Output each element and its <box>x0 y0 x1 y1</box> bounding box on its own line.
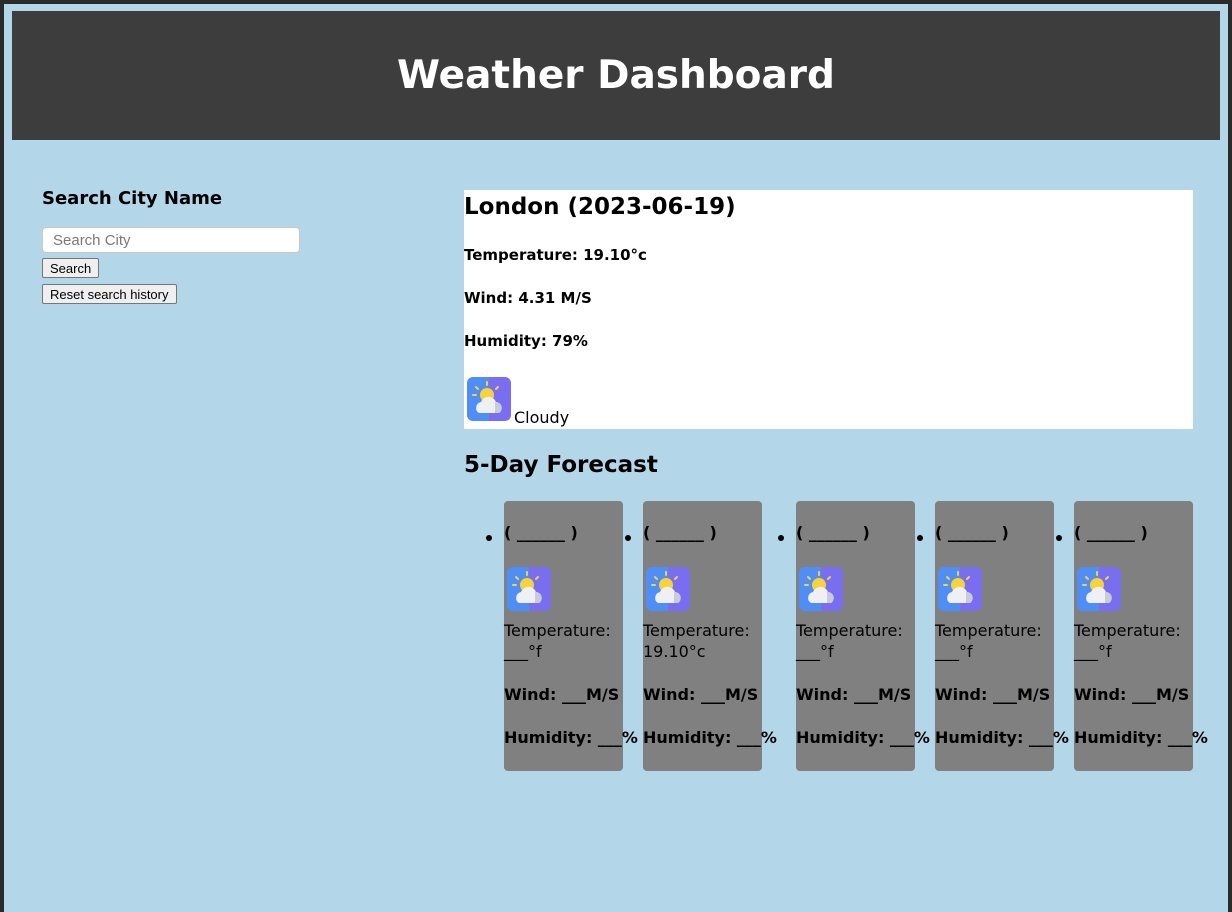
forecast-wind: Wind: ___M/S <box>935 685 1051 704</box>
partly-cloudy-icon <box>507 567 551 615</box>
page: Weather Dashboard Search City Name Searc… <box>4 4 1228 912</box>
list-bullet <box>778 535 784 541</box>
forecast-temperature: Temperature: ___°f <box>504 621 611 661</box>
list-bullet <box>1056 535 1062 541</box>
forecast-humidity: Humidity: ___% <box>935 728 1069 747</box>
partly-cloudy-icon <box>646 567 690 615</box>
forecast-card: ( ______ ) Temperature: ___°f Wind: ___M… <box>935 501 1069 771</box>
forecast-card: ( ______ ) Temperature: ___°f Wind: ___M… <box>504 501 638 771</box>
forecast-date: ( ______ ) <box>504 523 578 542</box>
list-bullet <box>917 535 923 541</box>
forecast-date: ( ______ ) <box>935 523 1009 542</box>
forecast-humidity: Humidity: ___% <box>796 728 930 747</box>
forecast-card: ( ______ ) Temperature: 19.10°c Wind: __… <box>643 501 777 771</box>
current-humidity: Humidity: 79% <box>464 332 588 350</box>
current-description: Cloudy <box>514 408 570 427</box>
forecast-card: ( ______ ) Temperature: ___°f Wind: ___M… <box>1074 501 1208 771</box>
forecast-wind: Wind: ___M/S <box>1074 685 1190 704</box>
header: Weather Dashboard <box>12 11 1220 140</box>
partly-cloudy-icon <box>799 567 843 615</box>
forecast-temperature: Temperature: 19.10°c <box>643 621 750 661</box>
current-city-title: London (2023-06-19) <box>464 194 736 220</box>
forecast-date: ( ______ ) <box>643 523 717 542</box>
forecast-humidity: Humidity: ___% <box>643 728 777 747</box>
list-bullet <box>625 535 631 541</box>
partly-cloudy-icon <box>467 377 511 425</box>
forecast-wind: Wind: ___M/S <box>643 685 759 704</box>
forecast-title: 5-Day Forecast <box>464 452 658 478</box>
forecast-wind: Wind: ___M/S <box>504 685 620 704</box>
forecast-humidity: Humidity: ___% <box>1074 728 1208 747</box>
forecast-date: ( ______ ) <box>796 523 870 542</box>
search-heading: Search City Name <box>42 188 223 209</box>
forecast-temperature: Temperature: ___°f <box>796 621 903 661</box>
list-bullet <box>486 535 492 541</box>
forecast-humidity: Humidity: ___% <box>504 728 638 747</box>
current-wind: Wind: 4.31 M/S <box>464 289 592 307</box>
search-input[interactable] <box>42 227 300 253</box>
current-weather-card: London (2023-06-19) Temperature: 19.10°c… <box>464 190 1193 429</box>
page-title: Weather Dashboard <box>397 53 835 98</box>
forecast-temperature: Temperature: ___°f <box>935 621 1042 661</box>
search-panel: Search City Name Search Reset search his… <box>42 188 342 310</box>
partly-cloudy-icon <box>938 567 982 615</box>
forecast-card: ( ______ ) Temperature: ___°f Wind: ___M… <box>796 501 930 771</box>
partly-cloudy-icon <box>1077 567 1121 615</box>
forecast-temperature: Temperature: ___°f <box>1074 621 1181 661</box>
reset-history-button[interactable]: Reset search history <box>42 284 177 304</box>
forecast-wind: Wind: ___M/S <box>796 685 912 704</box>
current-temperature: Temperature: 19.10°c <box>464 246 647 264</box>
forecast-date: ( ______ ) <box>1074 523 1148 542</box>
search-button[interactable]: Search <box>42 258 100 278</box>
